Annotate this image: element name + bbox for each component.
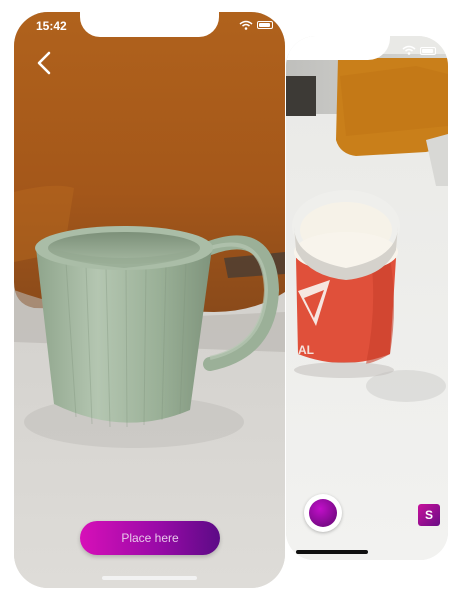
- device-notch: [80, 12, 219, 37]
- wifi-icon: [402, 45, 416, 55]
- back-phone-screen: AL S: [286, 36, 448, 560]
- ar-scene: [14, 12, 285, 588]
- front-phone-screen: 15:42 Place here: [14, 12, 285, 588]
- app-icon[interactable]: S: [418, 504, 440, 526]
- place-here-button[interactable]: Place here: [80, 521, 220, 555]
- battery-icon: [257, 21, 273, 29]
- camera-scene: AL: [286, 36, 448, 560]
- status-time: 15:42: [36, 19, 67, 33]
- wifi-icon: [239, 20, 253, 30]
- svg-text:AL: AL: [298, 343, 314, 357]
- home-indicator: [102, 576, 197, 580]
- chevron-left-icon: [37, 51, 51, 75]
- back-button[interactable]: [34, 50, 56, 76]
- home-indicator: [296, 550, 368, 554]
- battery-icon: [420, 47, 436, 55]
- device-notch: [286, 36, 390, 60]
- capture-button[interactable]: [304, 494, 342, 532]
